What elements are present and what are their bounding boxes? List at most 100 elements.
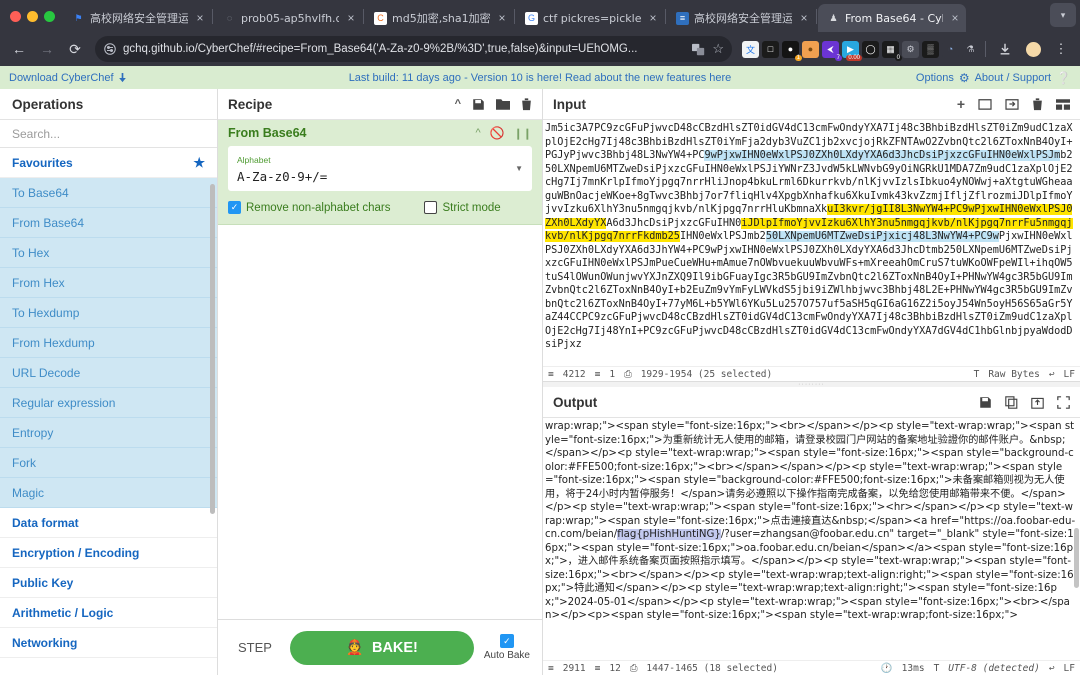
ingredient-header: From Base64 ^ 🚫 ❙❙ (228, 126, 532, 140)
pause-icon[interactable]: ❙❙ (514, 127, 532, 140)
operation-item[interactable]: URL Decode (0, 358, 217, 388)
meter-ext-icon[interactable]: ▶ 0.00 (842, 40, 862, 61)
input-title: Input (553, 96, 586, 112)
copy-icon[interactable] (1005, 395, 1018, 409)
sidebar-category[interactable]: Arithmetic / Logic (0, 598, 217, 628)
operation-item[interactable]: From Base64 (0, 208, 217, 238)
remove-non-alphabet-checkbox[interactable]: ✓ Remove non-alphabet chars (228, 201, 390, 214)
extension-badge: 1 (794, 54, 802, 61)
browser-tab[interactable]: ≡ 高校网络安全管理运维赛V × (667, 4, 815, 32)
input-selection: 1929-1954 (25 selected) (640, 368, 773, 380)
browser-tab[interactable]: ◌ prob05-ap5hvlfh.contes × (214, 4, 362, 32)
gear-ext-icon[interactable]: ⚙ (902, 40, 919, 58)
pumpkin-ext-icon[interactable]: ● (802, 40, 819, 58)
operation-item[interactable]: Entropy (0, 418, 217, 448)
close-tab-button[interactable]: × (495, 12, 509, 24)
badge-one-ext-icon[interactable]: ● 1 (782, 40, 802, 61)
step-button[interactable]: STEP (230, 640, 280, 655)
input-encoding[interactable]: Raw Bytes (988, 369, 1039, 380)
trash-icon[interactable] (521, 97, 532, 111)
grid-ext-icon[interactable]: ▦ 0 (882, 40, 902, 61)
operation-item[interactable]: Fork (0, 448, 217, 478)
qr-ext-icon[interactable]: ▒ (922, 40, 939, 58)
operation-item[interactable]: To Hex (0, 238, 217, 268)
tab-list-button[interactable]: ▾ (1050, 3, 1076, 27)
maximise-icon[interactable] (1057, 395, 1070, 409)
input-textarea[interactable]: Jm5ic3A7PC9zcGFuPjwvcD48cCBzdHlsZT0idGV4… (543, 120, 1080, 366)
save-icon[interactable] (472, 98, 485, 111)
cloud-ext-icon[interactable]: ◔ (942, 40, 959, 58)
gear-icon[interactable]: ⚙ (959, 71, 970, 85)
translate-ext-icon[interactable]: 文 (742, 40, 759, 58)
browser-tab[interactable]: ⚑ 高校网络安全管理运维赛 × (63, 4, 211, 32)
tune-icon[interactable] (104, 43, 116, 55)
add-icon[interactable]: + (957, 96, 965, 112)
profile-avatar[interactable] (1020, 36, 1046, 62)
reload-icon[interactable]: ⟳ (62, 36, 88, 62)
chevron-up-icon[interactable]: ^ (475, 127, 480, 139)
caret-down-icon[interactable]: ▼ (515, 164, 523, 173)
close-tab-button[interactable]: × (797, 12, 811, 24)
operation-item[interactable]: To Hexdump (0, 298, 217, 328)
download-icon[interactable] (992, 36, 1018, 62)
star-icon[interactable]: ☆ (712, 41, 724, 57)
folder-icon[interactable] (496, 98, 510, 111)
operations-scrollbar[interactable] (210, 184, 215, 514)
dark-mode-ext-icon[interactable]: □ (762, 40, 779, 58)
question-circle-icon[interactable]: ❔ (1056, 71, 1071, 85)
translate-icon[interactable] (692, 43, 705, 56)
lines-icon: ≡ (594, 368, 601, 380)
close-tab-button[interactable]: × (948, 12, 962, 24)
address-bar[interactable]: gchq.github.io/CyberChef/#recipe=From_Ba… (95, 36, 732, 62)
output-linebreak[interactable]: LF (1064, 663, 1075, 674)
search-input[interactable]: Search... (0, 120, 217, 148)
operation-item[interactable]: Regular expression (0, 388, 217, 418)
strict-mode-checkbox[interactable]: Strict mode (424, 201, 501, 214)
arrow-ext-icon[interactable]: ⮜ 7 (822, 40, 842, 61)
about-support-label[interactable]: About / Support (975, 72, 1051, 84)
sidebar-category[interactable]: Encryption / Encoding (0, 538, 217, 568)
close-tab-button[interactable]: × (344, 12, 358, 24)
output-scrollbar[interactable] (1074, 528, 1079, 588)
maximize-window-button[interactable] (44, 10, 55, 22)
operation-item[interactable]: From Hexdump (0, 328, 217, 358)
bake-button[interactable]: 👲 BAKE! (289, 630, 474, 665)
close-tab-button[interactable]: × (646, 12, 660, 24)
output-encoding[interactable]: UTF-8 (detected) (948, 663, 1040, 674)
kebab-menu-icon[interactable]: ⋮ (1048, 36, 1074, 62)
auto-bake-toggle[interactable]: ✓ Auto Bake (484, 634, 530, 661)
operation-item[interactable]: From Hex (0, 268, 217, 298)
disable-icon[interactable]: 🚫 (490, 126, 505, 140)
save-icon[interactable] (979, 396, 992, 409)
close-tab-button[interactable]: × (193, 12, 207, 24)
open-folder-icon[interactable] (1005, 98, 1019, 110)
back-icon[interactable]: ← (6, 36, 32, 62)
trash-icon[interactable] (1032, 97, 1043, 111)
forward-icon[interactable]: → (34, 36, 60, 62)
bake-to-input-icon[interactable] (1031, 396, 1044, 409)
sidebar-category-favourites[interactable]: Favourites ★ (0, 148, 217, 178)
options-label[interactable]: Options (916, 72, 954, 84)
operation-item[interactable]: To Base64 (0, 178, 217, 208)
sidebar-category[interactable]: Networking (0, 628, 217, 658)
output-textarea[interactable]: wrap:wrap;"><span style="font-size:16px;… (543, 418, 1080, 660)
download-cyberchef-link[interactable]: Download CyberChef (9, 72, 127, 84)
operation-item[interactable]: Magic (0, 478, 217, 508)
browser-tab[interactable]: Gctf pickres=pickle.dump × (516, 4, 664, 32)
minimize-window-button[interactable] (27, 10, 38, 22)
puzzle-ext-icon[interactable]: ⚗ (962, 40, 979, 58)
sidebar-category[interactable]: Public Key (0, 568, 217, 598)
extension-badge: 7 (834, 54, 842, 61)
new-features-link[interactable]: here (709, 72, 731, 84)
folder-icon[interactable] (978, 98, 992, 110)
sidebar-category[interactable]: Data format (0, 508, 217, 538)
chevron-up-icon[interactable]: ^ (455, 98, 461, 110)
glasses-ext-icon[interactable]: ◯ (862, 40, 879, 58)
alphabet-field[interactable]: Alphabet A-Za-z0-9+/= ▼ (228, 146, 532, 191)
ingredient-from-base64[interactable]: From Base64 ^ 🚫 ❙❙ Alphabet A-Za-z0-9+/=… (218, 120, 542, 225)
tabs-icon[interactable] (1056, 98, 1070, 110)
browser-tab[interactable]: Cmd5加密,sha1加密--md5 × (365, 4, 513, 32)
close-window-button[interactable] (10, 10, 21, 22)
input-linebreak[interactable]: LF (1064, 369, 1075, 380)
browser-tab-active[interactable]: ♟ From Base64 - CyberCh × (818, 4, 966, 32)
